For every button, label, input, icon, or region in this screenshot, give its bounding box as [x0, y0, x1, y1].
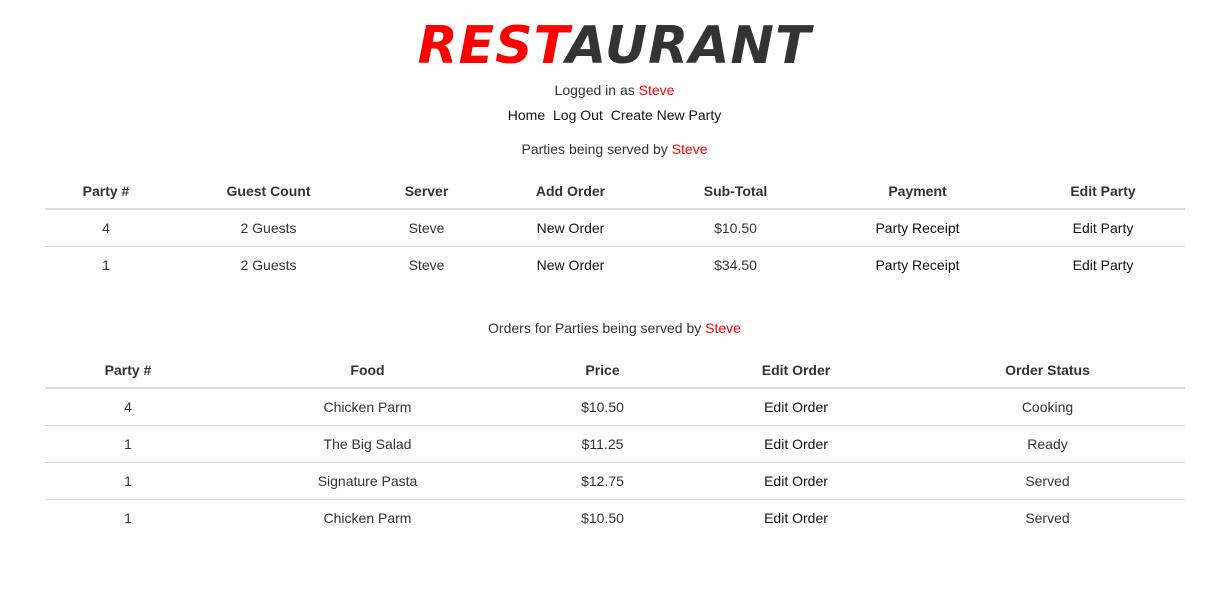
party-row: 4 2 Guests Steve New Order $10.50 Party …: [45, 209, 1185, 247]
parties-table: Party # Guest Count Server Add Order Sub…: [44, 173, 1185, 283]
login-status: Logged in as Steve: [0, 82, 1229, 98]
order-row: 1 Signature Pasta $12.75 Edit Order Serv…: [44, 462, 1185, 500]
order-row: 1 The Big Salad $11.25 Edit Order Ready: [44, 425, 1185, 463]
food-name: Chicken Parm: [211, 499, 524, 536]
server-name: Steve: [408, 220, 445, 236]
col-edit-party: Edit Party: [1021, 173, 1185, 210]
col-price: Price: [523, 352, 682, 389]
order-status: Cooking: [1021, 399, 1074, 415]
guest-count: 2 Guests: [240, 220, 297, 236]
parties-caption-user: Steve: [671, 141, 708, 157]
main-nav: Home Log Out Create New Party: [0, 107, 1229, 123]
col-sub-total: Sub-Total: [657, 173, 814, 210]
nav-home-link[interactable]: Home: [508, 107, 545, 123]
parties-caption: Parties being served by Steve: [0, 141, 1229, 157]
col-edit-order: Edit Order: [681, 352, 911, 389]
party-row: 1 2 Guests Steve New Order $34.50 Party …: [44, 246, 1185, 283]
order-row: 4 Chicken Parm $10.50 Edit Order Cooking: [45, 388, 1185, 426]
edit-party-link[interactable]: Edit Party: [1073, 257, 1134, 273]
party-receipt-link[interactable]: Party Receipt: [875, 257, 959, 273]
party-number: 1: [44, 246, 168, 283]
nav-create-party-link[interactable]: Create New Party: [611, 107, 721, 123]
food-name: Chicken Parm: [323, 399, 412, 415]
edit-order-link[interactable]: Edit Order: [764, 399, 828, 415]
logo-part-red: REST: [417, 16, 567, 76]
price: $10.50: [523, 499, 682, 536]
order-party-number: 4: [124, 399, 132, 415]
price: $11.25: [523, 425, 682, 463]
sub-total: $34.50: [657, 246, 814, 283]
order-status: Served: [910, 462, 1185, 500]
login-user: Steve: [638, 82, 675, 98]
orders-caption: Orders for Parties being served by Steve: [0, 320, 1229, 336]
col-food: Food: [211, 352, 524, 389]
logo-part-dark: aurant: [566, 16, 812, 76]
party-receipt-link[interactable]: Party Receipt: [875, 220, 959, 236]
col-guest-count: Guest Count: [167, 173, 370, 210]
logo: RESTaurant: [0, 14, 1229, 78]
order-status: Ready: [910, 425, 1185, 463]
party-number: 4: [102, 220, 110, 236]
col-add-order: Add Order: [483, 173, 658, 210]
new-order-link[interactable]: New Order: [537, 220, 605, 236]
parties-caption-prefix: Parties being served by: [521, 141, 668, 157]
orders-caption-prefix: Orders for Parties being served by: [488, 320, 702, 336]
sub-total: $10.50: [714, 220, 757, 236]
edit-order-link[interactable]: Edit Order: [764, 510, 828, 526]
login-prefix: Logged in as: [554, 82, 635, 98]
col-server: Server: [369, 173, 484, 210]
orders-header-row: Party # Food Price Edit Order Order Stat…: [44, 352, 1185, 389]
edit-order-link[interactable]: Edit Order: [764, 436, 828, 452]
new-order-link[interactable]: New Order: [537, 257, 605, 273]
edit-party-link[interactable]: Edit Party: [1073, 220, 1134, 236]
col-payment: Payment: [813, 173, 1022, 210]
nav-logout-link[interactable]: Log Out: [553, 107, 603, 123]
price: $12.75: [523, 462, 682, 500]
server-name: Steve: [369, 246, 484, 283]
guest-count: 2 Guests: [167, 246, 370, 283]
orders-caption-user: Steve: [705, 320, 741, 336]
orders-table: Party # Food Price Edit Order Order Stat…: [44, 352, 1185, 536]
order-party-number: 1: [44, 425, 212, 463]
edit-order-link[interactable]: Edit Order: [764, 473, 828, 489]
order-row: 1 Chicken Parm $10.50 Edit Order Served: [44, 499, 1185, 536]
price: $10.50: [581, 399, 624, 415]
col-party-number: Party #: [44, 173, 168, 210]
order-status: Served: [910, 499, 1185, 536]
food-name: The Big Salad: [211, 425, 524, 463]
col-order-status: Order Status: [910, 352, 1185, 389]
parties-header-row: Party # Guest Count Server Add Order Sub…: [44, 173, 1185, 210]
col-party-number: Party #: [44, 352, 212, 389]
food-name: Signature Pasta: [211, 462, 524, 500]
order-party-number: 1: [44, 499, 212, 536]
order-party-number: 1: [44, 462, 212, 500]
